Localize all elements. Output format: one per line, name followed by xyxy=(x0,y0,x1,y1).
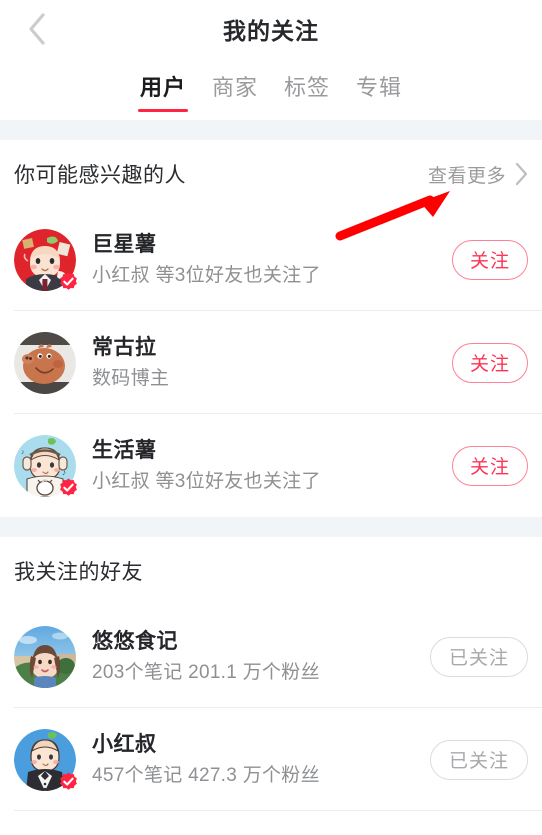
avatar[interactable] xyxy=(14,625,76,688)
chevron-left-icon xyxy=(29,13,45,45)
tab-bar: 用户 商家 标签 专辑 xyxy=(0,58,542,120)
svg-text:♪: ♪ xyxy=(62,468,66,477)
suggested-user-row[interactable]: ♪ ♪ 生活薯 小红叔 等3位好友也关注了 关注 xyxy=(0,414,542,517)
follow-button[interactable]: 关注 xyxy=(452,445,528,486)
following-user-row[interactable]: 小红叔 457个笔记 427.3 万个粉丝 已关注 xyxy=(0,708,542,811)
avatar-image-changgula xyxy=(14,331,76,394)
svg-text:♪: ♪ xyxy=(21,449,25,456)
tab-active-underline xyxy=(137,109,188,112)
user-name: 巨星薯 xyxy=(92,233,157,256)
user-stats: 203个笔记 201.1 万个粉丝 xyxy=(92,662,320,683)
tab-albums-label: 专辑 xyxy=(356,75,403,100)
row-divider xyxy=(14,810,542,811)
suggested-section-header: 你可能感兴趣的人 查看更多 xyxy=(0,140,542,208)
user-subtitle: 数码博主 xyxy=(92,368,170,389)
follow-button[interactable]: 关注 xyxy=(452,239,528,280)
following-section-header: 我关注的好友 xyxy=(0,537,542,605)
tab-tags-label: 标签 xyxy=(284,75,331,100)
user-info: 小红叔 457个笔记 427.3 万个粉丝 xyxy=(92,731,430,788)
verified-badge-icon xyxy=(60,477,77,496)
user-info: 生活薯 小红叔 等3位好友也关注了 xyxy=(92,437,452,494)
view-more-button[interactable]: 查看更多 xyxy=(428,161,528,188)
tab-tags[interactable]: 标签 xyxy=(282,74,332,112)
verified-badge-icon xyxy=(60,771,77,790)
user-info: 巨星薯 小红叔 等3位好友也关注了 xyxy=(92,231,452,288)
chevron-right-icon xyxy=(515,162,528,186)
user-info: 常古拉 数码博主 xyxy=(92,334,452,391)
section-separator-band xyxy=(0,120,542,140)
verified-badge-icon xyxy=(60,271,77,290)
user-name: 悠悠食记 xyxy=(92,630,178,653)
avatar[interactable] xyxy=(14,228,77,291)
navigation-bar: 我的关注 xyxy=(0,0,542,58)
tab-merchants-label: 商家 xyxy=(211,75,258,100)
user-name: 常古拉 xyxy=(92,336,157,359)
follow-button[interactable]: 关注 xyxy=(452,342,528,383)
avatar[interactable]: ♪ ♪ xyxy=(14,434,77,497)
following-button[interactable]: 已关注 xyxy=(430,739,528,780)
following-page: 我的关注 用户 商家 标签 专辑 你可能感兴趣的人 查看更多 巨星薯 小红叔 等… xyxy=(0,0,542,835)
section-separator-band xyxy=(0,517,542,537)
user-stats: 457个笔记 427.3 万个粉丝 xyxy=(92,765,320,786)
back-button[interactable] xyxy=(12,4,62,54)
user-info: 悠悠食记 203个笔记 201.1 万个粉丝 xyxy=(92,628,430,685)
tab-albums[interactable]: 专辑 xyxy=(354,74,404,112)
tab-merchants[interactable]: 商家 xyxy=(210,74,260,112)
avatar[interactable] xyxy=(14,331,76,394)
following-user-row[interactable]: 悠悠食记 203个笔记 201.1 万个粉丝 已关注 xyxy=(0,605,542,708)
tab-users[interactable]: 用户 xyxy=(137,74,188,112)
user-subtitle: 小红叔 等3位好友也关注了 xyxy=(92,265,321,286)
user-subtitle: 小红叔 等3位好友也关注了 xyxy=(92,471,321,492)
avatar-image-youyoushiji xyxy=(14,625,76,688)
following-button[interactable]: 已关注 xyxy=(430,636,528,677)
suggested-section-title: 你可能感兴趣的人 xyxy=(14,164,186,187)
user-name: 生活薯 xyxy=(92,439,157,462)
avatar[interactable] xyxy=(14,728,77,791)
page-title: 我的关注 xyxy=(223,18,319,44)
suggested-user-row[interactable]: 常古拉 数码博主 关注 xyxy=(0,311,542,414)
suggested-user-row[interactable]: 巨星薯 小红叔 等3位好友也关注了 关注 xyxy=(0,208,542,311)
view-more-label: 查看更多 xyxy=(427,165,506,187)
user-name: 小红叔 xyxy=(92,733,157,756)
tab-users-label: 用户 xyxy=(139,75,186,100)
following-section-title: 我关注的好友 xyxy=(14,561,143,584)
